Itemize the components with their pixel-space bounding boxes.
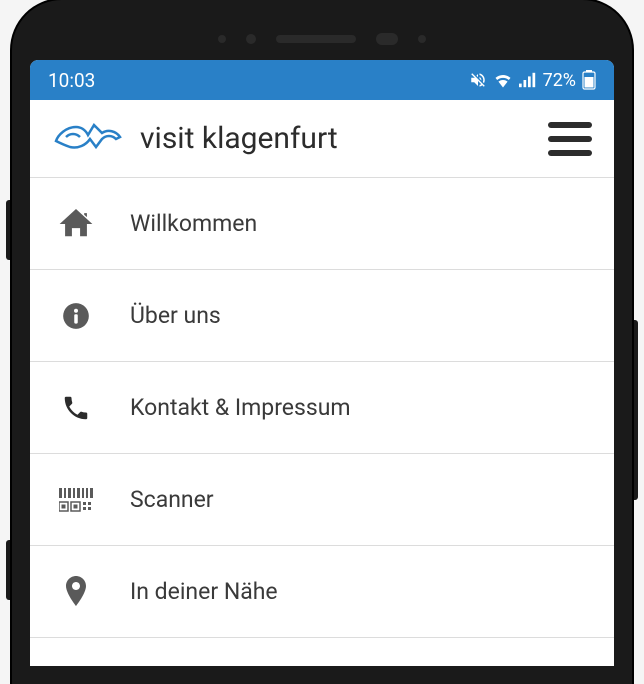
- phone-icon: [56, 388, 96, 428]
- mute-icon: [469, 71, 487, 89]
- menu-item-scanner[interactable]: Scanner: [30, 454, 614, 546]
- home-icon: [56, 204, 96, 244]
- menu-list: Willkommen Über uns Kontakt & Impressum: [30, 178, 614, 638]
- signal-icon: [519, 72, 537, 88]
- info-icon: [56, 296, 96, 336]
- hamburger-menu-button[interactable]: [548, 122, 592, 156]
- status-icons: 72%: [469, 70, 596, 91]
- phone-body: 10:03 72%: [12, 0, 632, 684]
- battery-percent: 72%: [543, 70, 576, 91]
- phone-sensor-area: [30, 18, 614, 60]
- app-title: visit klagenfurt: [140, 121, 548, 156]
- menu-item-label: Willkommen: [130, 210, 257, 237]
- menu-item-about[interactable]: Über uns: [30, 270, 614, 362]
- status-time: 10:03: [48, 69, 95, 92]
- screen: 10:03 72%: [30, 60, 614, 666]
- menu-item-label: Scanner: [130, 486, 214, 513]
- location-icon: [56, 572, 96, 612]
- app-header: visit klagenfurt: [30, 100, 614, 178]
- battery-icon: [582, 70, 596, 90]
- menu-item-label: In deiner Nähe: [130, 578, 278, 605]
- phone-frame: 10:03 72%: [0, 0, 644, 684]
- menu-item-label: Kontakt & Impressum: [130, 394, 351, 421]
- app-logo-icon: [52, 115, 126, 163]
- menu-item-label: Über uns: [130, 302, 221, 329]
- menu-item-contact[interactable]: Kontakt & Impressum: [30, 362, 614, 454]
- wifi-icon: [493, 72, 513, 88]
- barcode-icon: [56, 480, 96, 520]
- status-bar: 10:03 72%: [30, 60, 614, 100]
- menu-item-nearby[interactable]: In deiner Nähe: [30, 546, 614, 638]
- menu-item-welcome[interactable]: Willkommen: [30, 178, 614, 270]
